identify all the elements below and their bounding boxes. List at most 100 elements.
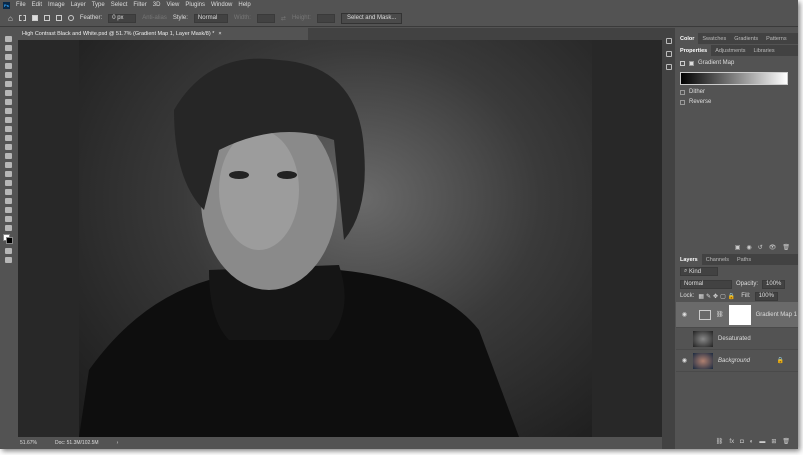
subtract-selection-icon[interactable] (56, 15, 62, 21)
gradient-tool-icon[interactable] (5, 144, 12, 150)
swap-icon[interactable]: ⇄ (281, 15, 286, 22)
new-group-icon[interactable]: ▬ (759, 439, 765, 445)
layer-row-background[interactable]: ◉ Background 🔒 (676, 350, 798, 372)
tab-libraries[interactable]: Libraries (749, 45, 778, 56)
menu-help[interactable]: Help (238, 2, 250, 8)
menu-filter[interactable]: Filter (133, 2, 146, 8)
close-tab-icon[interactable]: × (218, 31, 221, 37)
info-icon[interactable] (666, 51, 672, 57)
height-input[interactable] (317, 14, 335, 23)
menu-layer[interactable]: Layer (71, 2, 86, 8)
healing-tool-icon[interactable] (5, 99, 12, 105)
history-brush-icon[interactable] (5, 126, 12, 132)
layer-name: Desaturated (718, 336, 751, 342)
fx-icon[interactable]: fx (729, 439, 734, 445)
tab-properties[interactable]: Properties (676, 45, 711, 56)
tab-color[interactable]: Color (676, 33, 698, 44)
document-tabs: High Contrast Black and White.psd @ 51.7… (18, 28, 662, 40)
tab-patterns[interactable]: Patterns (762, 33, 790, 44)
menu-edit[interactable]: Edit (32, 2, 42, 8)
width-input[interactable] (257, 14, 275, 23)
zoom-level[interactable]: 51.67% (20, 440, 37, 446)
menu-plugins[interactable]: Plugins (185, 2, 205, 8)
path-select-icon[interactable] (5, 189, 12, 195)
hand-tool-icon[interactable] (5, 207, 12, 213)
delete-layer-icon[interactable]: 🗑 (782, 438, 790, 445)
more-tools-icon[interactable] (5, 225, 12, 231)
canvas-area[interactable] (18, 40, 662, 437)
view-previous-icon[interactable]: ◉ (746, 244, 751, 251)
crop-tool-icon[interactable] (5, 72, 12, 78)
new-layer-icon[interactable]: ⊞ (771, 438, 776, 445)
lasso-tool-icon[interactable] (5, 54, 12, 60)
select-and-mask-button[interactable]: Select and Mask... (341, 13, 402, 24)
menu-3d[interactable]: 3D (153, 2, 161, 8)
tab-adjustments[interactable]: Adjustments (711, 45, 749, 56)
opacity-input[interactable]: 100% (762, 280, 785, 289)
color-swatches[interactable] (3, 234, 14, 245)
type-tool-icon[interactable] (5, 180, 12, 186)
shape-tool-icon[interactable] (5, 198, 12, 204)
quick-select-tool-icon[interactable] (5, 63, 12, 69)
fill-input[interactable]: 100% (755, 292, 778, 301)
layer-row-desaturated[interactable]: Desaturated (676, 328, 798, 350)
layer-row-gradient-map[interactable]: ◉ ⛓ Gradient Map 1 (676, 302, 798, 328)
tab-gradients[interactable]: Gradients (730, 33, 762, 44)
dodge-tool-icon[interactable] (5, 162, 12, 168)
marquee-tool-icon[interactable] (5, 45, 12, 51)
feather-input[interactable]: 0 px (108, 14, 136, 23)
visibility-icon[interactable]: 👁 (769, 244, 777, 251)
layer-thumbnail (693, 331, 713, 347)
blend-mode-select[interactable]: Normal (680, 280, 732, 289)
filter-kind-select[interactable]: ⌕ Kind (680, 267, 718, 276)
visibility-eye-icon[interactable]: ◉ (681, 311, 688, 318)
eyedropper-tool-icon[interactable] (5, 90, 12, 96)
brush-tool-icon[interactable] (5, 108, 12, 114)
menu-select[interactable]: Select (111, 2, 128, 8)
tab-layers[interactable]: Layers (676, 254, 702, 265)
reset-icon[interactable]: ↺ (758, 244, 763, 251)
link-icon[interactable]: ⛓ (716, 311, 724, 318)
quick-mask-icon[interactable] (5, 248, 12, 254)
document-tab[interactable]: High Contrast Black and White.psd @ 51.7… (18, 28, 308, 40)
menu-view[interactable]: View (166, 2, 179, 8)
style-select[interactable]: Normal (194, 14, 228, 23)
gradient-preview[interactable] (680, 72, 788, 85)
eraser-tool-icon[interactable] (5, 135, 12, 141)
anti-alias-checkbox[interactable]: Anti-alias (142, 15, 167, 21)
frame-tool-icon[interactable] (5, 81, 12, 87)
screen-mode-icon[interactable] (5, 257, 12, 263)
menu-file[interactable]: File (16, 2, 26, 8)
dither-checkbox[interactable] (680, 90, 685, 95)
history-icon[interactable] (666, 38, 672, 44)
status-menu-arrow[interactable]: › (117, 440, 119, 446)
zoom-tool-icon[interactable] (5, 216, 12, 222)
delete-icon[interactable]: 🗑 (782, 244, 790, 251)
fill-label: Fill: (741, 293, 750, 299)
move-tool-icon[interactable] (5, 36, 12, 42)
reverse-checkbox[interactable] (680, 100, 685, 105)
visibility-eye-icon[interactable]: ◉ (681, 357, 688, 364)
mask-icon[interactable] (689, 61, 694, 66)
mask-thumbnail[interactable] (729, 305, 751, 325)
link-layers-icon[interactable]: ⛓ (716, 438, 724, 445)
intersect-selection-icon[interactable] (68, 15, 74, 21)
marquee-tool-icon[interactable] (19, 15, 26, 21)
tab-paths[interactable]: Paths (733, 254, 755, 265)
home-icon[interactable]: ⌂ (8, 14, 13, 23)
lock-icons[interactable]: ▦✎✥▢🔒 (698, 293, 737, 300)
menu-type[interactable]: Type (92, 2, 105, 8)
tab-channels[interactable]: Channels (702, 254, 733, 265)
new-selection-icon[interactable] (32, 15, 38, 21)
menu-window[interactable]: Window (211, 2, 232, 8)
brush-settings-icon[interactable] (666, 64, 672, 70)
menu-image[interactable]: Image (48, 2, 65, 8)
add-selection-icon[interactable] (44, 15, 50, 21)
clip-to-layer-icon[interactable]: ▣ (735, 244, 741, 251)
add-mask-icon[interactable]: ◘ (740, 439, 744, 445)
tab-swatches[interactable]: Swatches (698, 33, 730, 44)
pen-tool-icon[interactable] (5, 171, 12, 177)
blur-tool-icon[interactable] (5, 153, 12, 159)
new-adjustment-icon[interactable]: ◐ (750, 439, 754, 445)
stamp-tool-icon[interactable] (5, 117, 12, 123)
